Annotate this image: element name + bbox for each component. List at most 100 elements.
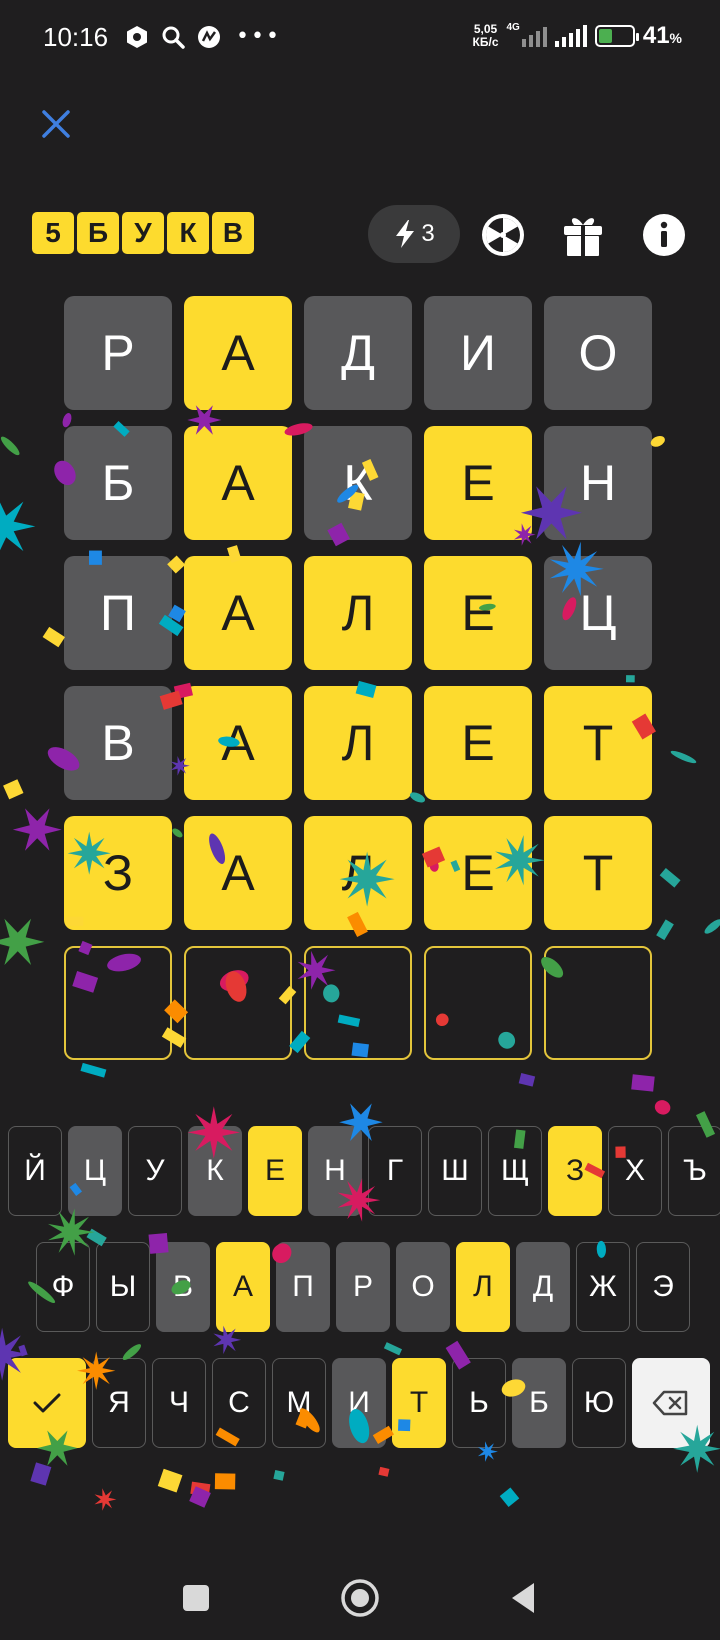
backspace-button[interactable] [632,1358,710,1448]
signal-icon [521,25,547,47]
key-Ш[interactable]: Ш [428,1126,482,1216]
gift-icon[interactable] [560,212,606,258]
letter-tile: А [184,556,292,670]
key-Ю[interactable]: Ю [572,1358,626,1448]
keyboard-row-1: ЙЦУКЕНГШЩЗХЪ [8,1126,720,1216]
logo-letter: Б [77,212,119,254]
confetti-piece [18,1344,28,1357]
key-Щ[interactable]: Щ [488,1126,542,1216]
energy-counter-button[interactable]: 3 [368,205,460,263]
letter-tile [544,946,652,1060]
game-logo: 5 Б У К В [32,212,254,254]
close-icon[interactable] [36,104,76,144]
fortune-wheel-icon[interactable] [480,212,526,258]
confetti-piece [631,1074,655,1092]
key-Ф[interactable]: Ф [36,1242,90,1332]
key-Ж[interactable]: Ж [576,1242,630,1332]
key-Э[interactable]: Э [636,1242,690,1332]
key-Т[interactable]: Т [392,1358,446,1448]
logo-letter: 5 [32,212,74,254]
key-Б[interactable]: Б [512,1358,566,1448]
grid-row: ЗАЛЕТ [64,816,652,930]
letter-tile: К [304,426,412,540]
home-button[interactable] [340,1578,380,1618]
key-Н[interactable]: Н [308,1126,362,1216]
key-З[interactable]: З [548,1126,602,1216]
key-Х[interactable]: Х [608,1126,662,1216]
network-type: 4G [506,22,520,33]
confetti-piece [42,626,66,648]
letter-tile [184,946,292,1060]
letter-tile: Е [424,816,532,930]
system-navigation-bar [0,1562,720,1632]
letter-tile: Е [424,426,532,540]
confetti-piece [30,1462,52,1486]
logo-letter: В [212,212,254,254]
keyboard-row-2: ФЫВАПРОЛДЖЭ [36,1242,690,1332]
key-П[interactable]: П [276,1242,330,1332]
checkmark-icon [33,1393,61,1413]
key-И[interactable]: И [332,1358,386,1448]
confetti-piece [656,919,674,941]
lightning-icon [396,220,415,248]
confetti-piece [670,750,697,764]
key-Е[interactable]: Е [248,1126,302,1216]
key-Й[interactable]: Й [8,1126,62,1216]
letter-tile: П [64,556,172,670]
confetti-piece [190,1481,211,1497]
key-Ц[interactable]: Ц [68,1126,122,1216]
key-А[interactable]: А [216,1242,270,1332]
grid-row [64,946,652,1060]
battery-percent: 41% [642,22,682,49]
key-Ч[interactable]: Ч [152,1358,206,1448]
backspace-icon [652,1390,688,1416]
letter-tile: Л [304,686,412,800]
confetti-piece [378,1466,390,1477]
letter-tile: З [64,816,172,930]
letter-tile: А [184,426,292,540]
key-Л[interactable]: Л [456,1242,510,1332]
key-О[interactable]: О [396,1242,450,1332]
status-system-icons: 5,05 КБ/с 4G 41% [473,22,682,50]
key-К[interactable]: К [188,1126,242,1216]
letter-tile [64,946,172,1060]
key-Ь[interactable]: Ь [452,1358,506,1448]
recents-button[interactable] [176,1578,216,1618]
letter-tile [424,946,532,1060]
confetti-piece [659,867,681,888]
letter-tile: Л [304,816,412,930]
letter-tile: А [184,686,292,800]
letter-tile: О [544,296,652,410]
key-Ъ[interactable]: Ъ [668,1126,720,1216]
key-Г[interactable]: Г [368,1126,422,1216]
confetti-piece [189,1486,211,1508]
confetti-piece [704,919,720,934]
confetti-star [94,1488,117,1511]
key-В[interactable]: В [156,1242,210,1332]
confetti-piece [214,1473,236,1490]
letter-tile: Б [64,426,172,540]
letter-tile: Ц [544,556,652,670]
confetti-piece [0,436,20,456]
status-bar: 10:16 ••• 5,05 КБ/с 4G 41% [0,0,720,80]
letter-tile: Л [304,556,412,670]
word-grid: РАДИОБАКЕНПАЛЕЦВАЛЕТЗАЛЕТ [64,296,652,1076]
letter-tile: Е [424,686,532,800]
key-Ы[interactable]: Ы [96,1242,150,1332]
confetti-piece [654,1100,671,1115]
letter-tile: А [184,296,292,410]
key-Д[interactable]: Д [516,1242,570,1332]
back-button[interactable] [504,1578,544,1618]
letter-tile: Н [544,426,652,540]
key-М[interactable]: М [272,1358,326,1448]
key-С[interactable]: С [212,1358,266,1448]
network-speed: 5,05 КБ/с [472,22,499,49]
key-Я[interactable]: Я [92,1358,146,1448]
key-У[interactable]: У [128,1126,182,1216]
enter-button[interactable] [8,1358,86,1448]
key-Р[interactable]: Р [336,1242,390,1332]
info-icon[interactable] [641,212,687,258]
letter-tile: Р [64,296,172,410]
grid-row: БАКЕН [64,426,652,540]
letter-tile: Т [544,816,652,930]
